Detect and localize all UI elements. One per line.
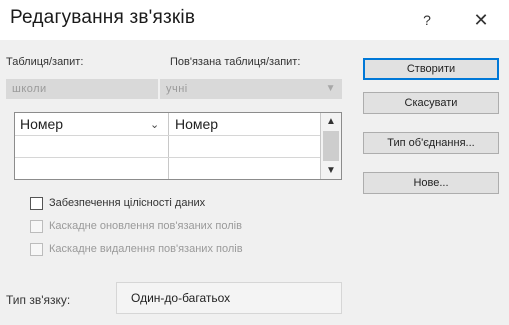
cascade-delete-label: Каскадне видалення пов'язаних полів (49, 243, 243, 255)
grid-cell-related-field[interactable]: Номер (175, 116, 218, 132)
chevron-down-icon: ▼ (325, 83, 336, 94)
scroll-up-icon[interactable]: ▲ (326, 116, 336, 127)
close-icon[interactable]: ✕ (469, 8, 493, 32)
edit-relationships-dialog: Редагування зв'язків ? ✕ Таблиця/запит: … (0, 0, 509, 325)
relationship-type-value: Один-до-багатьох (131, 291, 231, 305)
grid-scrollbar[interactable]: ▲ ▼ (320, 113, 341, 179)
enforce-integrity-label: Забезпечення цілісності даних (49, 197, 206, 209)
related-table-query-value: учні (166, 83, 188, 95)
table-query-select[interactable]: школи (6, 79, 158, 99)
chevron-down-icon[interactable]: ⌄ (150, 118, 159, 131)
create-button[interactable]: Створити (363, 58, 499, 80)
join-type-button[interactable]: Тип об'єднання... (363, 132, 499, 154)
create-new-button[interactable]: Нове... (363, 172, 499, 194)
relationship-type-label: Тип зв'язку: (6, 293, 71, 307)
cascade-update-label: Каскадне оновлення пов'язаних полів (49, 220, 242, 232)
related-table-query-label: Пов'язана таблиця/запит: (170, 56, 301, 68)
grid-column-divider (168, 113, 169, 179)
cascade-delete-checkbox[interactable] (30, 243, 43, 256)
grid-row-divider (15, 157, 321, 158)
field-mapping-grid[interactable]: Номер ⌄ Номер ▲ ▼ (14, 112, 342, 180)
dialog-title: Редагування зв'язків (10, 7, 196, 28)
scroll-thumb[interactable] (323, 131, 339, 161)
related-table-query-select[interactable]: учні ▼ (160, 79, 342, 99)
table-query-label: Таблиця/запит: (6, 56, 84, 68)
relationship-type-value-box: Один-до-багатьох (116, 282, 342, 314)
scroll-down-icon[interactable]: ▼ (326, 165, 336, 176)
help-icon[interactable]: ? (415, 8, 439, 32)
title-bar: Редагування зв'язків ? ✕ (0, 0, 509, 40)
cancel-button[interactable]: Скасувати (363, 92, 499, 114)
cascade-update-checkbox[interactable] (30, 220, 43, 233)
table-query-value: школи (12, 83, 47, 95)
enforce-integrity-checkbox[interactable] (30, 197, 43, 210)
grid-cell-primary-field[interactable]: Номер (20, 116, 63, 132)
grid-row-divider (15, 135, 321, 136)
